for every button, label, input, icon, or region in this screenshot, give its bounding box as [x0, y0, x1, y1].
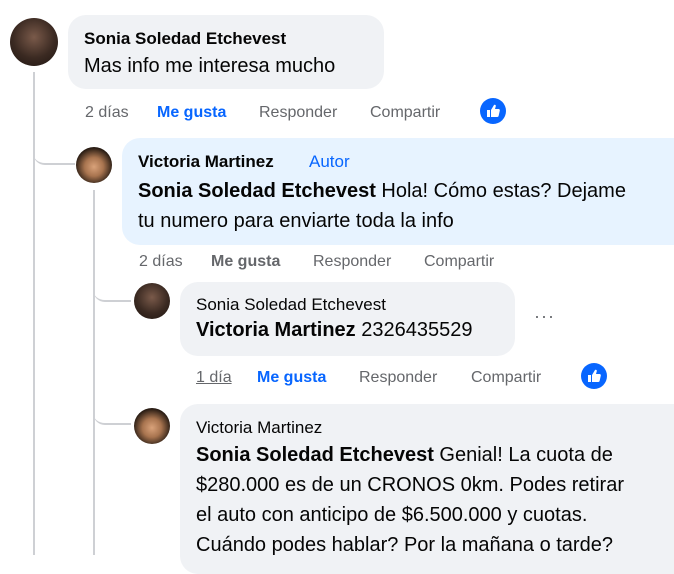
comment-bubble: Victoria Martinez Autor Sonia Soledad Et…: [122, 138, 674, 245]
comment-text-line-2: tu numero para enviarte toda la info: [138, 210, 454, 232]
comment-time[interactable]: 1 día: [196, 369, 232, 387]
comment-text-line-2: $280.000 es de un CRONOS 0km. Podes reti…: [196, 474, 624, 496]
more-options-icon[interactable]: ···: [534, 306, 555, 327]
comment-text-line-3: el auto con anticipo de $6.500.000 y cuo…: [196, 504, 588, 526]
comment-time[interactable]: 2 días: [85, 104, 129, 122]
comment-bubble: Sonia Soledad Etchevest Victoria Martine…: [180, 282, 515, 356]
share-button[interactable]: Compartir: [471, 369, 541, 387]
comment-author[interactable]: Victoria Martinez: [196, 418, 322, 438]
comment-author[interactable]: Sonia Soledad Etchevest: [196, 295, 386, 315]
avatar[interactable]: [76, 147, 112, 183]
mention-link[interactable]: Victoria Martinez: [196, 319, 356, 341]
reply-button[interactable]: Responder: [359, 369, 437, 387]
reply-button[interactable]: Responder: [259, 104, 337, 122]
thread-line-nested: [93, 190, 95, 555]
comment-author[interactable]: Victoria Martinez: [138, 152, 274, 172]
share-button[interactable]: Compartir: [370, 104, 440, 122]
share-button[interactable]: Compartir: [424, 253, 494, 271]
like-button[interactable]: Me gusta: [157, 104, 226, 122]
comment-text: Victoria Martinez 2326435529: [196, 319, 473, 341]
comment-text-line-4: Cuándo podes hablar? Por la mañana o tar…: [196, 534, 613, 556]
mention-link[interactable]: Sonia Soledad Etchevest: [196, 444, 434, 466]
avatar[interactable]: [134, 283, 170, 319]
comment-author[interactable]: Sonia Soledad Etchevest: [84, 29, 286, 49]
comment-text: Sonia Soledad Etchevest Hola! Cómo estas…: [138, 180, 626, 202]
avatar[interactable]: [134, 408, 170, 444]
avatar[interactable]: [10, 18, 58, 66]
comment-bubble: Sonia Soledad Etchevest Mas info me inte…: [68, 15, 384, 89]
thread-connector-reply-3: [93, 403, 131, 425]
reply-button[interactable]: Responder: [313, 253, 391, 271]
like-button[interactable]: Me gusta: [257, 369, 326, 387]
comment-bubble: Victoria Martinez Sonia Soledad Etcheves…: [180, 404, 674, 574]
comment-time[interactable]: 2 días: [139, 253, 183, 271]
like-reaction-badge[interactable]: [581, 363, 607, 389]
like-thumb-icon: [588, 369, 601, 382]
comment-text: Mas info me interesa mucho: [84, 55, 336, 77]
mention-link[interactable]: Sonia Soledad Etchevest: [138, 180, 376, 202]
like-thumb-icon: [487, 104, 500, 117]
like-reaction-badge[interactable]: [480, 98, 506, 124]
thread-connector-reply-1: [33, 135, 75, 165]
author-badge: Autor: [309, 152, 350, 171]
like-button[interactable]: Me gusta: [211, 253, 280, 271]
thread-connector-reply-2: [93, 280, 131, 302]
comment-text: Sonia Soledad Etchevest Genial! La cuota…: [196, 444, 613, 466]
